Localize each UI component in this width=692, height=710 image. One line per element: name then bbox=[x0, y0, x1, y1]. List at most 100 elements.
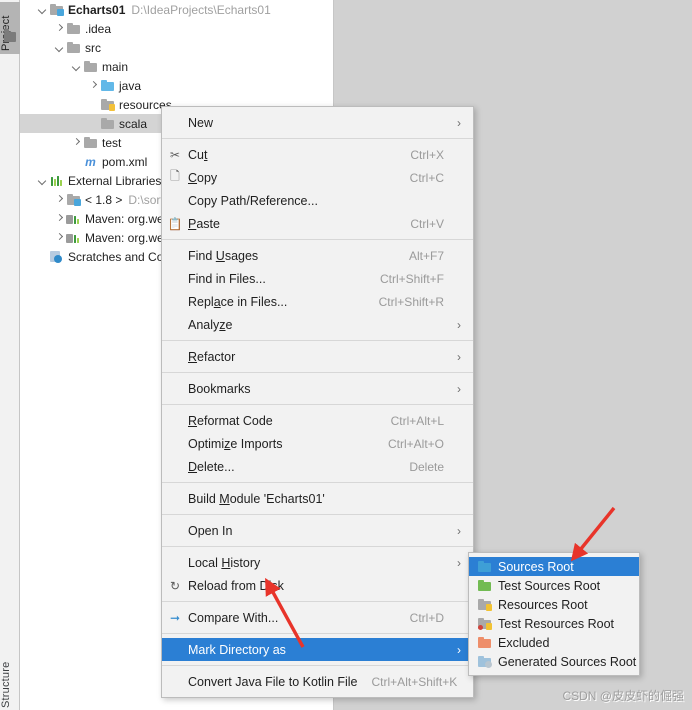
submenu-item[interactable]: Resources Root bbox=[469, 595, 639, 614]
menu-item[interactable]: Bookmarks › bbox=[162, 377, 473, 400]
folder-icon bbox=[477, 655, 492, 668]
menu-item-label: Find in Files... bbox=[188, 271, 266, 286]
folder-icon bbox=[66, 41, 81, 54]
menu-item[interactable]: Build Module 'Echarts01' bbox=[162, 487, 473, 510]
mark-directory-as-submenu[interactable]: Sources Root Test Sources Root Resources R… bbox=[468, 552, 640, 676]
menu-item-label: Refactor bbox=[188, 349, 236, 364]
menu-item[interactable]: Find in Files... Ctrl+Shift+F bbox=[162, 267, 473, 290]
tool-window-tab-project[interactable]: Project bbox=[0, 2, 20, 54]
watermark: CSDN @皮皮虾的倔强 bbox=[562, 689, 684, 703]
menu-item[interactable]: Open In › bbox=[162, 519, 473, 542]
external-libraries-icon bbox=[49, 175, 64, 187]
tree-node[interactable]: src bbox=[20, 38, 334, 57]
submenu-item-label: Excluded bbox=[498, 635, 550, 650]
chevron-right-icon: › bbox=[457, 523, 461, 538]
tree-toggle-closed-icon[interactable] bbox=[54, 213, 65, 224]
compare-icon: ➞ bbox=[169, 610, 181, 625]
menu-separator bbox=[162, 372, 473, 373]
menu-item-shortcut: Ctrl+Shift+R bbox=[378, 294, 444, 309]
menu-item-label: Copy bbox=[188, 170, 218, 185]
menu-item[interactable]: Convert Java File to Kotlin File Ctrl+Alt… bbox=[162, 670, 473, 693]
tree-node[interactable]: java bbox=[20, 76, 334, 95]
tree-toggle-closed-icon[interactable] bbox=[54, 232, 65, 243]
tree-node-label: test bbox=[102, 135, 122, 150]
submenu-item-label: Test Sources Root bbox=[498, 578, 601, 593]
tree-toggle-open-icon[interactable] bbox=[71, 61, 82, 72]
menu-separator bbox=[162, 138, 473, 139]
tool-window-tab-structure[interactable]: Structure bbox=[0, 646, 20, 708]
menu-item-shortcut: Ctrl+Alt+L bbox=[390, 413, 444, 428]
submenu-item[interactable]: Test Resources Root bbox=[469, 614, 639, 633]
tree-toggle-closed-icon[interactable] bbox=[54, 194, 65, 205]
chevron-right-icon: › bbox=[457, 555, 461, 570]
folder-icon bbox=[477, 560, 492, 573]
tree-toggle-open-icon[interactable] bbox=[37, 4, 48, 15]
menu-separator bbox=[162, 340, 473, 341]
tree-toggle-open-icon[interactable] bbox=[37, 175, 48, 186]
folder-icon bbox=[66, 22, 81, 35]
tree-node-label: scala bbox=[119, 116, 148, 131]
tree-node-label: src bbox=[85, 40, 101, 55]
module-icon bbox=[49, 3, 64, 16]
tree-node[interactable]: Echarts01 D:\IdeaProjects\Echarts01 bbox=[20, 0, 334, 19]
tool-window-strip: Project Structure bbox=[0, 0, 20, 710]
menu-item-label: Bookmarks bbox=[188, 381, 251, 396]
chevron-right-icon: › bbox=[457, 381, 461, 396]
menu-item-label: Copy Path/Reference... bbox=[188, 193, 318, 208]
menu-item[interactable]: Analyze › bbox=[162, 313, 473, 336]
menu-item[interactable]: Mark Directory as › bbox=[162, 638, 473, 661]
submenu-item[interactable]: Sources Root bbox=[469, 557, 639, 576]
menu-item-label: Mark Directory as bbox=[188, 642, 286, 657]
folder-icon bbox=[477, 579, 492, 592]
menu-item-label: Analyze bbox=[188, 317, 233, 332]
tree-node-label: main bbox=[102, 59, 129, 74]
submenu-item[interactable]: Generated Sources Root bbox=[469, 652, 639, 671]
tree-node[interactable]: .idea bbox=[20, 19, 334, 38]
menu-item[interactable]: ✂ Cut Ctrl+X bbox=[162, 143, 473, 166]
menu-item[interactable]: Find Usages Alt+F7 bbox=[162, 244, 473, 267]
tree-toggle-open-icon[interactable] bbox=[54, 42, 65, 53]
menu-item-label: Convert Java File to Kotlin File bbox=[188, 674, 358, 689]
menu-item[interactable]: Replace in Files... Ctrl+Shift+R bbox=[162, 290, 473, 313]
tree-node-label: Maven: org.web bbox=[85, 211, 171, 226]
menu-item-shortcut: Ctrl+Shift+F bbox=[379, 271, 444, 286]
paste-icon: 📋 bbox=[167, 216, 183, 231]
tree-node[interactable]: main bbox=[20, 57, 334, 76]
context-menu[interactable]: New › ✂ Cut Ctrl+X 🗋 Copy Ctrl+C Copy Path/Refer… bbox=[161, 106, 474, 698]
menu-item-label: Reload from Disk bbox=[188, 578, 284, 593]
menu-item-label: Optimize Imports bbox=[188, 436, 283, 451]
submenu-item[interactable]: Excluded bbox=[469, 633, 639, 652]
menu-item[interactable]: 🗋 Copy Ctrl+C bbox=[162, 166, 473, 189]
menu-item[interactable]: ➞ Compare With... Ctrl+D bbox=[162, 606, 473, 629]
chevron-right-icon: › bbox=[457, 349, 461, 364]
menu-item[interactable]: New › bbox=[162, 111, 473, 134]
tree-node-path: D:\IdeaProjects\Echarts01 bbox=[131, 2, 271, 17]
menu-item[interactable]: Reformat Code Ctrl+Alt+L bbox=[162, 409, 473, 432]
menu-item[interactable]: Refactor › bbox=[162, 345, 473, 368]
submenu-item-label: Generated Sources Root bbox=[498, 654, 637, 669]
menu-item[interactable]: Delete... Delete bbox=[162, 455, 473, 478]
menu-separator bbox=[162, 404, 473, 405]
menu-item[interactable]: ↻ Reload from Disk bbox=[162, 574, 473, 597]
menu-item[interactable]: Copy Path/Reference... bbox=[162, 189, 473, 212]
menu-item-shortcut: Ctrl+C bbox=[409, 170, 444, 185]
scratches-icon bbox=[49, 250, 64, 263]
menu-item[interactable]: Local History › bbox=[162, 551, 473, 574]
copy-icon: 🗋 bbox=[170, 169, 180, 183]
menu-item-label: Find Usages bbox=[188, 248, 259, 263]
submenu-item-label: Sources Root bbox=[498, 559, 574, 574]
tree-node-label: Echarts01 bbox=[68, 2, 126, 17]
tree-node-label: Scratches and Cons bbox=[68, 249, 177, 264]
resources-folder-icon bbox=[100, 98, 115, 111]
folder-icon bbox=[477, 598, 492, 611]
tree-toggle-closed-icon[interactable] bbox=[54, 23, 65, 34]
menu-item[interactable]: Optimize Imports Ctrl+Alt+O bbox=[162, 432, 473, 455]
tree-toggle-closed-icon[interactable] bbox=[88, 80, 99, 91]
tree-node-label: Maven: org.web bbox=[85, 230, 171, 245]
menu-item[interactable]: 📋 Paste Ctrl+V bbox=[162, 212, 473, 235]
menu-separator bbox=[162, 546, 473, 547]
tree-toggle-closed-icon[interactable] bbox=[71, 137, 82, 148]
submenu-item[interactable]: Test Sources Root bbox=[469, 576, 639, 595]
